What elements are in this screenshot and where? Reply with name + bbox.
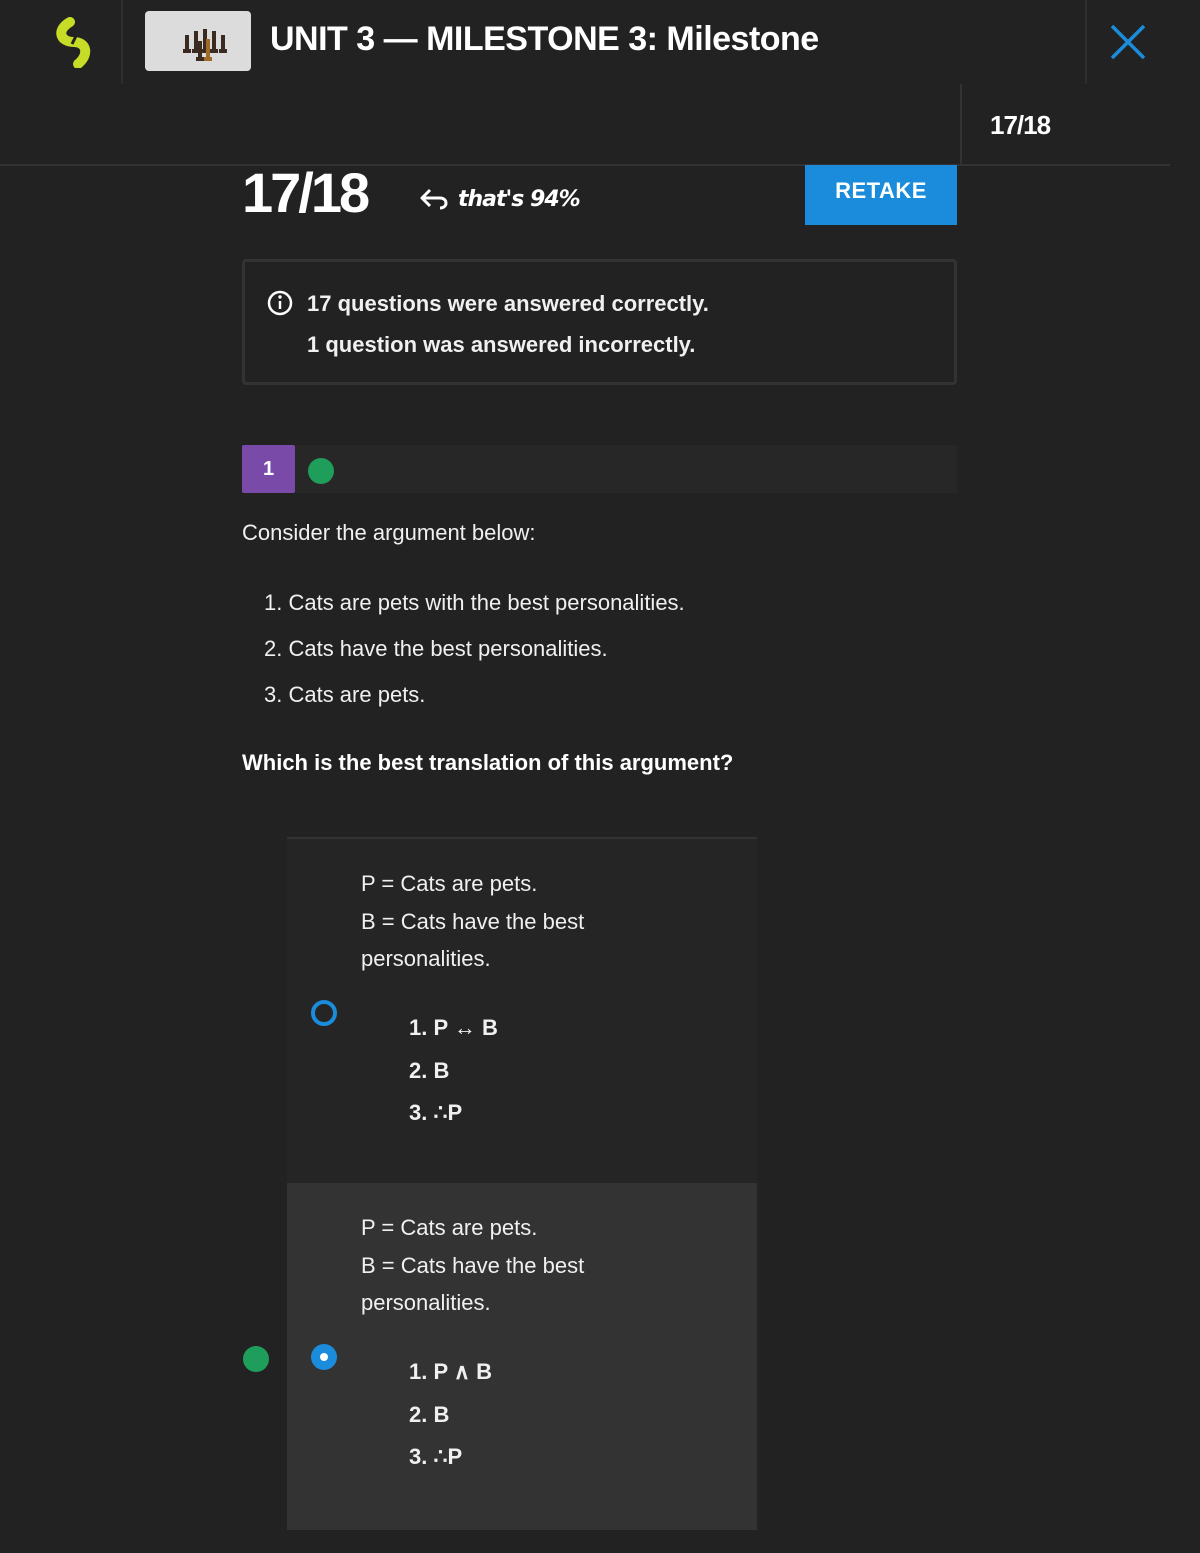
- option-key-line: P = Cats are pets.: [361, 871, 538, 896]
- result-score: 17/18: [242, 161, 370, 224]
- premise-2: 2. Cats have the best personalities.: [264, 636, 608, 661]
- percent-annotation: that's 94%: [418, 186, 581, 212]
- option-step: 1. P ↔ B: [409, 1015, 498, 1040]
- question-header: 1: [242, 445, 957, 493]
- option-step: 2. B: [409, 1402, 450, 1427]
- question-number-badge[interactable]: 1: [242, 445, 295, 493]
- premise-3: 3. Cats are pets.: [264, 682, 426, 707]
- chess-pieces-icon: [183, 29, 227, 61]
- option-2-radio[interactable]: [311, 1344, 337, 1370]
- option-key-line: P = Cats are pets.: [361, 1215, 538, 1240]
- summary-incorrect: 1 question was answered incorrectly.: [307, 332, 696, 357]
- option-key-line: personalities.: [361, 1290, 491, 1315]
- sophia-logo-icon[interactable]: [50, 16, 102, 68]
- close-icon[interactable]: [1104, 18, 1152, 66]
- info-icon: [267, 290, 293, 316]
- header-divider: [121, 0, 123, 84]
- option-key-line: B = Cats have the best: [361, 1253, 585, 1278]
- score-divider: [960, 84, 962, 164]
- question-prompt: Consider the argument below:: [242, 520, 536, 545]
- header-score: 17/18: [990, 110, 1051, 140]
- premise-1: 1. Cats are pets with the best personali…: [264, 590, 685, 615]
- option-1-radio[interactable]: [311, 1000, 337, 1026]
- option-step: 3. ∴P: [409, 1444, 463, 1469]
- answer-option-2[interactable]: P = Cats are pets. B = Cats have the bes…: [287, 1183, 757, 1530]
- option-key-line: personalities.: [361, 946, 491, 971]
- question-ask: Which is the best translation of this ar…: [242, 750, 734, 775]
- retake-button[interactable]: RETAKE: [805, 165, 957, 225]
- option-step: 2. B: [409, 1058, 450, 1083]
- page-title: UNIT 3 — MILESTONE 3: Milestone: [270, 20, 819, 58]
- subheader-divider: [0, 164, 1170, 166]
- percent-label: that's 94%: [458, 186, 581, 212]
- curved-arrow-icon: [420, 188, 448, 210]
- results-summary: 17 questions were answered correctly. 1 …: [242, 259, 957, 385]
- option-step: 1. P ∧ B: [409, 1359, 492, 1384]
- option-step: 3. ∴P: [409, 1100, 463, 1125]
- summary-correct: 17 questions were answered correctly.: [307, 291, 709, 316]
- unit-thumbnail: [145, 11, 251, 71]
- header-divider-right: [1085, 0, 1087, 84]
- correct-status-dot: [308, 458, 334, 484]
- option-key-line: B = Cats have the best: [361, 909, 585, 934]
- top-bar: UNIT 3 — MILESTONE 3: Milestone: [0, 0, 1200, 84]
- answer-option-1[interactable]: P = Cats are pets. B = Cats have the bes…: [287, 837, 757, 1183]
- correct-answer-dot: [243, 1346, 269, 1372]
